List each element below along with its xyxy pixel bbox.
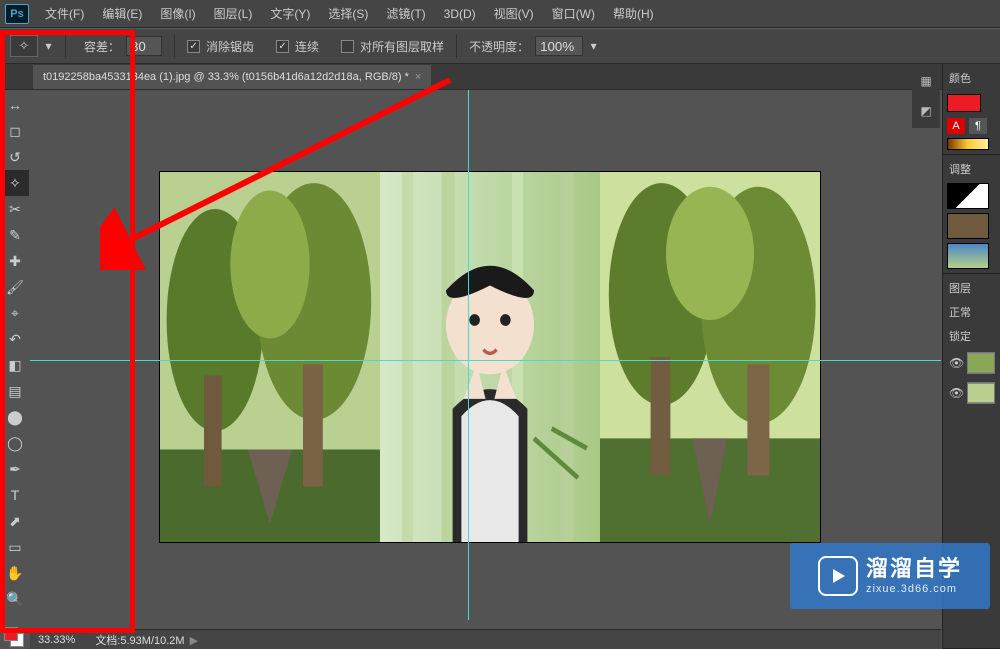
history-panel-icon[interactable]: ▦: [916, 72, 936, 90]
status-bar: 33.33% 文档:5.93M/10.2M ▶: [30, 629, 941, 649]
chevron-right-icon[interactable]: ▶: [190, 635, 198, 647]
doc-size-label: 文档:: [95, 635, 120, 647]
antialias-checkbox[interactable]: ✓: [187, 40, 200, 53]
eraser-tool[interactable]: ◧: [1, 352, 29, 378]
gradient-preview[interactable]: [947, 138, 989, 150]
close-icon[interactable]: ×: [415, 71, 421, 83]
adjustment-landscape-icon[interactable]: [947, 243, 989, 269]
crop-tool[interactable]: ✂: [1, 196, 29, 222]
pen-tool[interactable]: ✒: [1, 456, 29, 482]
menu-layer[interactable]: 图层(L): [206, 1, 261, 26]
tab-bar: t0192258ba4533134ea (1).jpg @ 33.3% (t01…: [0, 64, 1000, 90]
menu-bar: Ps 文件(F) 编辑(E) 图像(I) 图层(L) 文字(Y) 选择(S) 滤…: [0, 0, 1000, 28]
toolbox: ↔◻↺✧✂✎✚🖌⌖↶◧▤⬤◯✒T⬈▭✋🔍: [0, 90, 30, 630]
separator: [174, 34, 175, 58]
opacity-input[interactable]: [535, 36, 583, 56]
menu-edit[interactable]: 编辑(E): [94, 1, 150, 26]
eyedropper-tool[interactable]: ✎: [1, 222, 29, 248]
dodge-tool[interactable]: ◯: [1, 430, 29, 456]
menu-window[interactable]: 窗口(W): [544, 1, 603, 26]
tolerance-label: 容差：: [84, 38, 120, 55]
opacity-label: 不透明度：: [469, 38, 529, 55]
adjustment-bw-icon[interactable]: [947, 183, 989, 209]
opacity-dropdown-icon[interactable]: ▾: [589, 42, 598, 51]
app-logo-icon: Ps: [5, 4, 29, 24]
watermark-play-icon: [818, 556, 858, 596]
menu-file[interactable]: 文件(F): [37, 1, 92, 26]
adjustment-sepia-icon[interactable]: [947, 213, 989, 239]
image-region-left: [160, 172, 380, 542]
guide-horizontal[interactable]: [30, 360, 941, 361]
path-select-tool[interactable]: ⬈: [1, 508, 29, 534]
menu-help[interactable]: 帮助(H): [605, 1, 662, 26]
tab-title: t0192258ba4533134ea (1).jpg @ 33.3% (t01…: [43, 71, 409, 83]
foreground-color-swatch[interactable]: [947, 94, 981, 112]
watermark-subtitle: zixue.3d66.com: [866, 583, 962, 596]
foreground-color-box[interactable]: [4, 627, 18, 641]
color-panel-label: 颜色: [947, 68, 996, 88]
canvas-area[interactable]: [30, 90, 941, 620]
watermark: 溜溜自学 zixue.3d66.com: [790, 543, 990, 609]
history-brush-tool[interactable]: ↶: [1, 326, 29, 352]
image-region-center: [380, 172, 600, 542]
right-panel-icons: ▦ ◩: [912, 64, 940, 128]
doc-size-value: 5.93M/10.2M: [120, 635, 184, 647]
image-region-right: [600, 172, 820, 542]
sample-all-label: 对所有图层取样: [360, 38, 444, 55]
separator: [65, 34, 66, 58]
guide-vertical[interactable]: [468, 90, 469, 620]
menu-view[interactable]: 视图(V): [486, 1, 542, 26]
adjustments-panel-label: 调整: [947, 159, 996, 179]
contiguous-label: 连续: [295, 38, 319, 55]
move-tool[interactable]: ↔: [1, 92, 29, 118]
watermark-title: 溜溜自学: [866, 556, 962, 582]
menu-filter[interactable]: 滤镜(T): [378, 1, 433, 26]
character-panel-icon[interactable]: A: [947, 118, 965, 134]
properties-panel-icon[interactable]: ◩: [916, 102, 936, 120]
color-panel[interactable]: 颜色 A ¶: [943, 64, 1000, 155]
healing-brush-tool[interactable]: ✚: [1, 248, 29, 274]
zoom-level[interactable]: 33.33%: [38, 634, 75, 646]
menu-image[interactable]: 图像(I): [152, 1, 203, 26]
rect-marquee-tool[interactable]: ◻: [1, 118, 29, 144]
adjustments-panel[interactable]: 调整: [943, 155, 1000, 274]
contiguous-checkbox[interactable]: ✓: [276, 40, 289, 53]
layer-thumbnail[interactable]: [967, 382, 995, 404]
canvas-image[interactable]: [160, 172, 820, 542]
brush-tool[interactable]: 🖌: [1, 274, 29, 300]
sample-all-checkbox[interactable]: [341, 40, 354, 53]
menu-select[interactable]: 选择(S): [320, 1, 376, 26]
paragraph-panel-icon[interactable]: ¶: [969, 118, 987, 134]
document-tab[interactable]: t0192258ba4533134ea (1).jpg @ 33.3% (t01…: [33, 65, 431, 89]
lasso-tool[interactable]: ↺: [1, 144, 29, 170]
tolerance-input[interactable]: [126, 36, 162, 56]
eye-icon[interactable]: 👁: [949, 386, 963, 400]
blur-tool[interactable]: ⬤: [1, 404, 29, 430]
eye-icon[interactable]: 👁: [949, 356, 963, 370]
antialias-label: 消除锯齿: [206, 38, 254, 55]
zoom-tool[interactable]: 🔍: [1, 586, 29, 612]
menu-3d[interactable]: 3D(D): [436, 3, 484, 25]
separator: [456, 34, 457, 58]
type-tool[interactable]: T: [1, 482, 29, 508]
menu-type[interactable]: 文字(Y): [262, 1, 318, 26]
layers-panel-label: 图层: [947, 278, 996, 298]
clone-stamp-tool[interactable]: ⌖: [1, 300, 29, 326]
hand-tool[interactable]: ✋: [1, 560, 29, 586]
tool-preset-dropdown-icon[interactable]: ▾: [44, 42, 53, 51]
lock-label: 锁定: [947, 326, 996, 346]
fg-bg-color-swatch[interactable]: [4, 621, 24, 647]
magic-wand-tool[interactable]: ✧: [1, 170, 29, 196]
gradient-tool[interactable]: ▤: [1, 378, 29, 404]
current-tool-icon[interactable]: ✧: [10, 35, 38, 57]
blend-mode-select[interactable]: 正常: [947, 302, 996, 322]
options-bar: ✧ ▾ 容差： ✓ 消除锯齿 ✓ 连续 对所有图层取样 不透明度： ▾: [0, 28, 1000, 64]
layer-row[interactable]: 👁: [947, 380, 996, 406]
layer-row[interactable]: 👁: [947, 350, 996, 376]
layer-thumbnail[interactable]: [967, 352, 995, 374]
rectangle-tool[interactable]: ▭: [1, 534, 29, 560]
